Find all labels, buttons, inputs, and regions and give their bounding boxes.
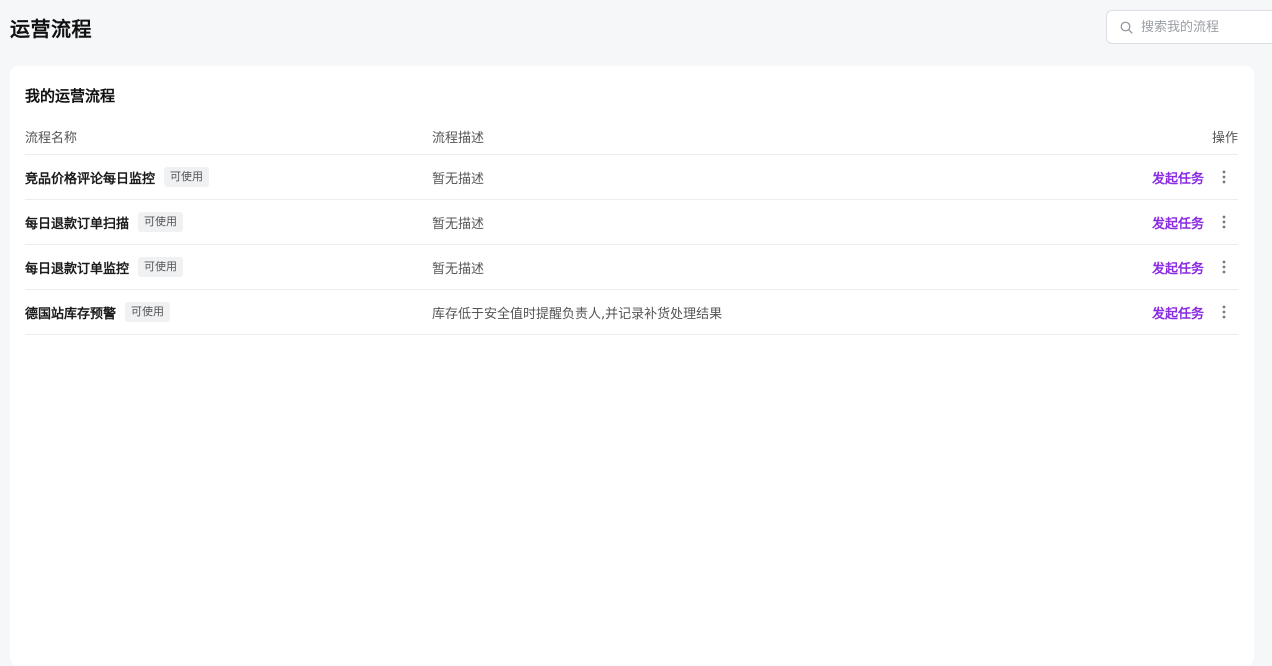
flow-name-cell: 每日退款订单监控 可使用	[25, 257, 184, 277]
flow-name: 竞品价格评论每日监控	[25, 171, 156, 187]
row-actions: 发起任务	[1152, 213, 1230, 232]
status-badge: 可使用	[138, 257, 184, 277]
more-vertical-icon[interactable]	[1218, 259, 1230, 275]
flow-description: 暂无描述	[432, 216, 485, 232]
search-box[interactable]	[1106, 10, 1272, 44]
table-header: 流程名称 流程描述 操作	[25, 118, 1238, 155]
flow-name-cell: 德国站库存预警 可使用	[25, 302, 171, 322]
search-icon	[1119, 20, 1133, 34]
row-actions: 发起任务	[1152, 303, 1230, 322]
launch-task-button[interactable]: 发起任务	[1152, 168, 1204, 187]
flow-table: 流程名称 流程描述 操作 竞品价格评论每日监控 可使用 暂无描述 发起任务 每日…	[25, 118, 1238, 335]
more-vertical-icon[interactable]	[1218, 214, 1230, 230]
flow-description: 暂无描述	[432, 261, 485, 277]
column-header-description: 流程描述	[432, 130, 485, 146]
search-input[interactable]	[1141, 19, 1271, 35]
status-badge: 可使用	[164, 167, 210, 187]
row-actions: 发起任务	[1152, 258, 1230, 277]
status-badge: 可使用	[125, 302, 171, 322]
more-vertical-icon[interactable]	[1218, 169, 1230, 185]
page-title: 运营流程	[10, 17, 92, 41]
table-row: 竞品价格评论每日监控 可使用 暂无描述 发起任务	[25, 155, 1238, 200]
table-row: 德国站库存预警 可使用 库存低于安全值时提醒负责人,并记录补货处理结果 发起任务	[25, 290, 1238, 335]
status-badge: 可使用	[138, 212, 184, 232]
launch-task-button[interactable]: 发起任务	[1152, 258, 1204, 277]
column-header-actions: 操作	[1211, 130, 1238, 146]
table-row: 每日退款订单监控 可使用 暂无描述 发起任务	[25, 245, 1238, 290]
column-header-name: 流程名称	[25, 130, 78, 146]
flow-description: 暂无描述	[432, 171, 485, 187]
flow-list-card: 我的运营流程 流程名称 流程描述 操作 竞品价格评论每日监控 可使用 暂无描述 …	[10, 66, 1254, 666]
row-actions: 发起任务	[1152, 168, 1230, 187]
launch-task-button[interactable]: 发起任务	[1152, 213, 1204, 232]
flow-name: 每日退款订单扫描	[25, 216, 130, 232]
table-row: 每日退款订单扫描 可使用 暂无描述 发起任务	[25, 200, 1238, 245]
more-vertical-icon[interactable]	[1218, 304, 1230, 320]
flow-name: 德国站库存预警	[25, 306, 117, 322]
card-title: 我的运营流程	[25, 87, 116, 105]
flow-description: 库存低于安全值时提醒负责人,并记录补货处理结果	[432, 306, 723, 322]
flow-name-cell: 竞品价格评论每日监控 可使用	[25, 167, 210, 187]
flow-name: 每日退款订单监控	[25, 261, 130, 277]
page-header: 运营流程	[0, 0, 1272, 58]
flow-name-cell: 每日退款订单扫描 可使用	[25, 212, 184, 232]
launch-task-button[interactable]: 发起任务	[1152, 303, 1204, 322]
